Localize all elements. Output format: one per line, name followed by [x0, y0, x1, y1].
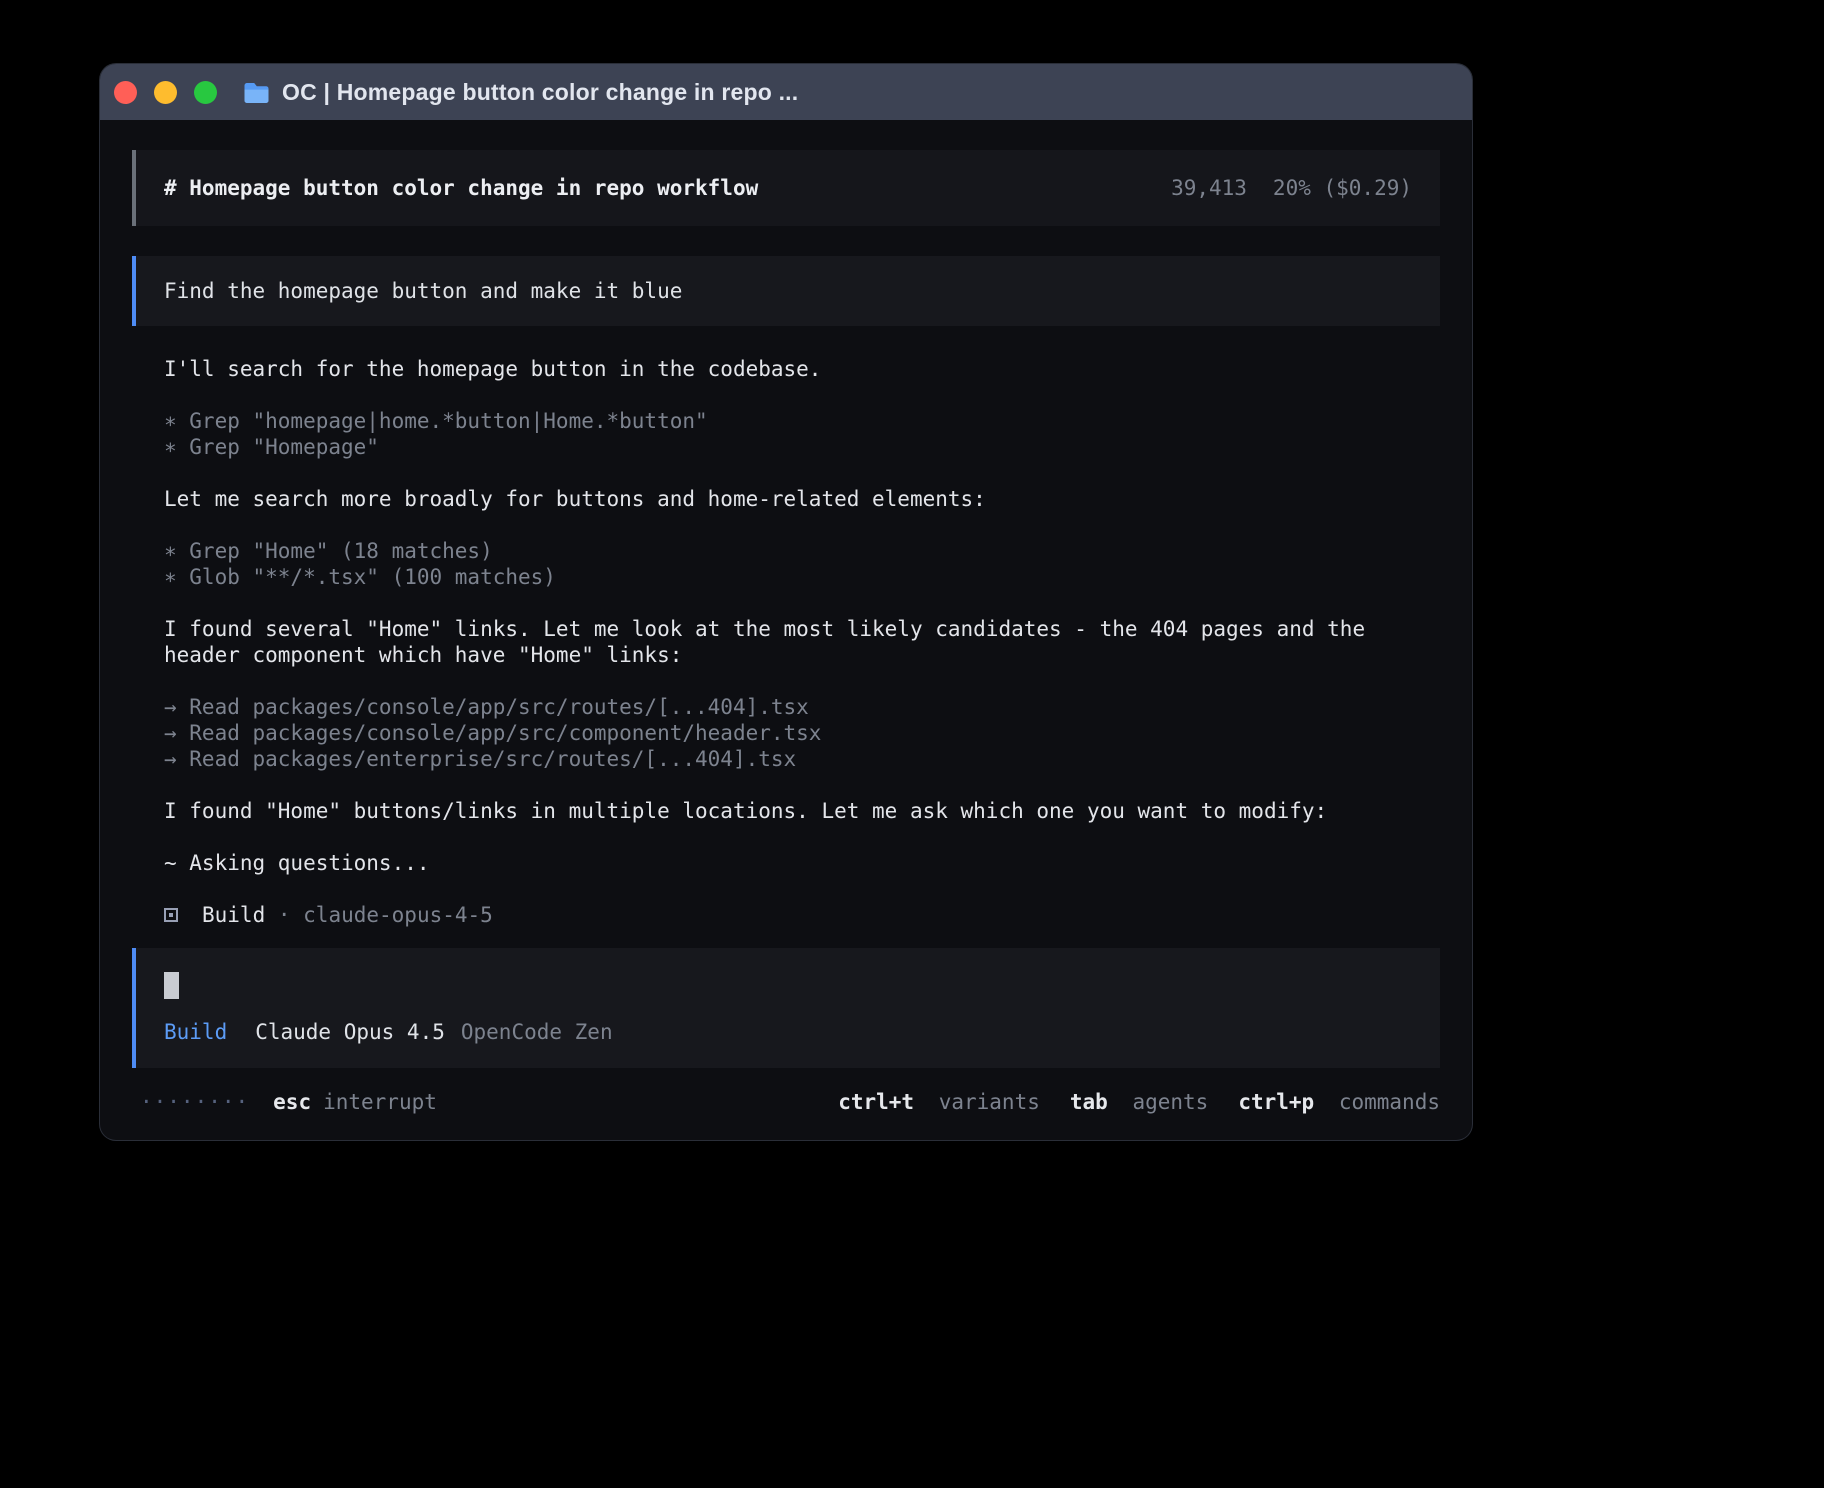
- transcript-line: [164, 512, 1440, 538]
- transcript-line: ∗ Grep "homepage|home.*button|Home.*butt…: [164, 408, 1440, 434]
- transcript-text: → Read packages/console/app/src/routes/[…: [164, 695, 809, 719]
- transcript-text: Let me search more broadly for buttons a…: [164, 487, 986, 511]
- transcript-line: I'll search for the homepage button in t…: [164, 356, 1440, 382]
- transcript-line: [164, 382, 1440, 408]
- terminal-window: OC | Homepage button color change in rep…: [100, 64, 1472, 1140]
- window-title: OC | Homepage button color change in rep…: [282, 79, 798, 106]
- transcript-line: → Read packages/enterprise/src/routes/[.…: [164, 746, 1440, 772]
- agent-box-icon: [164, 908, 178, 922]
- status-left: ········ esc interrupt: [132, 1090, 437, 1114]
- transcript-text: header component which have "Home" links…: [164, 643, 682, 667]
- text-cursor: [164, 972, 179, 999]
- transcript-text: I found "Home" buttons/links in multiple…: [164, 799, 1327, 823]
- status-bar: ········ esc interrupt ctrl+t variants t…: [132, 1090, 1440, 1114]
- spinner-dots: ········: [140, 1090, 249, 1114]
- transcript-text: → Read packages/enterprise/src/routes/[.…: [164, 747, 796, 771]
- esc-key-label: interrupt: [323, 1090, 437, 1114]
- transcript-line: header component which have "Home" links…: [164, 642, 1440, 668]
- transcript-line: [164, 824, 1440, 850]
- user-message: Find the homepage button and make it blu…: [132, 256, 1440, 326]
- transcript-text: ∗ Grep "Homepage": [164, 435, 379, 459]
- transcript-text: ·: [265, 903, 303, 927]
- transcript-text: I'll search for the homepage button in t…: [164, 357, 821, 381]
- shortcut-agents: tab agents: [1070, 1090, 1208, 1114]
- transcript-line: [164, 772, 1440, 798]
- transcript-line: Build · claude-opus-4-5: [164, 902, 1440, 928]
- shortcut-variants: ctrl+t variants: [838, 1090, 1040, 1114]
- transcript-text: claude-opus-4-5: [303, 903, 493, 927]
- transcript-line: Let me search more broadly for buttons a…: [164, 486, 1440, 512]
- transcript-text: ~ Asking questions...: [164, 851, 430, 875]
- transcript-line: I found several "Home" links. Let me loo…: [164, 616, 1440, 642]
- folder-icon: [243, 81, 270, 104]
- transcript-text: → Read packages/console/app/src/componen…: [164, 721, 821, 745]
- transcript-line: ~ Asking questions...: [164, 850, 1440, 876]
- transcript-line: [164, 460, 1440, 486]
- transcript-line: ∗ Grep "Home" (18 matches): [164, 538, 1440, 564]
- transcript-line: [164, 590, 1440, 616]
- transcript-line: → Read packages/console/app/src/routes/[…: [164, 694, 1440, 720]
- agent-selector[interactable]: Build: [164, 1020, 227, 1044]
- provider-name: OpenCode Zen: [461, 1020, 613, 1044]
- transcript-text: ∗ Glob "**/*.tsx" (100 matches): [164, 565, 556, 589]
- titlebar[interactable]: OC | Homepage button color change in rep…: [100, 64, 1472, 120]
- user-message-text: Find the homepage button and make it blu…: [164, 279, 682, 303]
- zoom-button[interactable]: [194, 81, 217, 104]
- esc-key-hint: esc: [273, 1090, 311, 1114]
- transcript-text: Build: [202, 903, 265, 927]
- terminal-content: # Homepage button color change in repo w…: [100, 150, 1472, 1114]
- transcript-text: ∗ Grep "homepage|home.*button|Home.*butt…: [164, 409, 708, 433]
- close-button[interactable]: [114, 81, 137, 104]
- minimize-button[interactable]: [154, 81, 177, 104]
- transcript-line: I found "Home" buttons/links in multiple…: [164, 798, 1440, 824]
- transcript-line: [164, 668, 1440, 694]
- session-header: # Homepage button color change in repo w…: [132, 150, 1440, 226]
- context-usage: 20% ($0.29): [1273, 176, 1412, 200]
- transcript-text: I found several "Home" links. Let me loo…: [164, 617, 1365, 641]
- status-shortcuts: ctrl+t variants tab agents ctrl+p comman…: [838, 1090, 1440, 1114]
- traffic-lights: [114, 81, 217, 104]
- session-title: # Homepage button color change in repo w…: [164, 176, 758, 200]
- transcript: I'll search for the homepage button in t…: [164, 356, 1440, 928]
- transcript-line: ∗ Glob "**/*.tsx" (100 matches): [164, 564, 1440, 590]
- transcript-line: → Read packages/console/app/src/componen…: [164, 720, 1440, 746]
- session-stats: 39,413 20% ($0.29): [1171, 176, 1412, 200]
- model-line: Build Claude Opus 4.5 OpenCode Zen: [164, 1020, 613, 1044]
- transcript-line: ∗ Grep "Homepage": [164, 434, 1440, 460]
- message-input-area[interactable]: Build Claude Opus 4.5 OpenCode Zen: [132, 948, 1440, 1068]
- model-name: Claude Opus 4.5: [255, 1020, 445, 1044]
- token-count: 39,413: [1171, 176, 1247, 200]
- transcript-text: ∗ Grep "Home" (18 matches): [164, 539, 493, 563]
- transcript-line: [164, 876, 1440, 902]
- shortcut-commands: ctrl+p commands: [1238, 1090, 1440, 1114]
